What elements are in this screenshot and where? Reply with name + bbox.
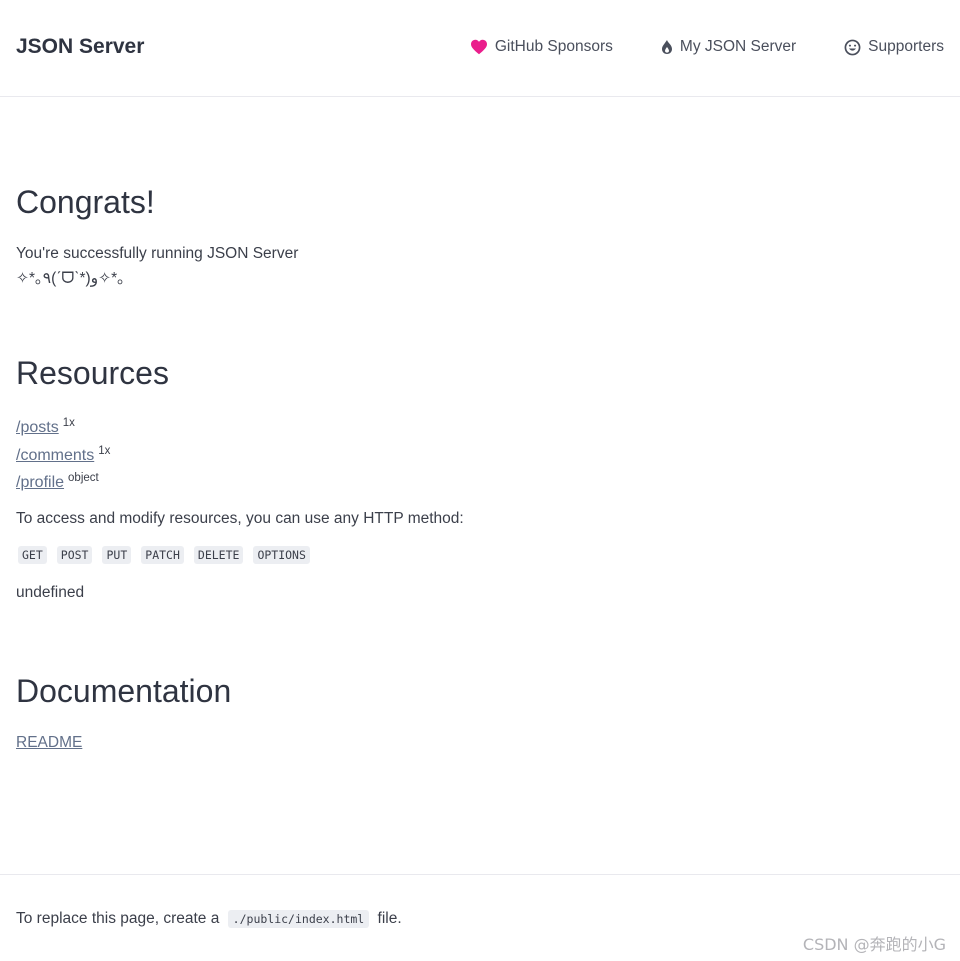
resource-badge: 1x — [62, 417, 75, 429]
congrats-heading: Congrats! — [16, 184, 155, 220]
top-nav: GitHub Sponsors My JSON Server Supporter… — [422, 38, 944, 56]
method-delete: DELETE — [193, 546, 244, 564]
nav-label: Supporters — [868, 38, 944, 55]
fire-icon — [661, 40, 672, 54]
undefined-text: undefined — [16, 584, 85, 601]
watermark: CSDN @奔跑的小G — [802, 935, 946, 954]
readme-item: README — [16, 734, 82, 752]
method-patch: PATCH — [141, 546, 184, 564]
readme-link[interactable]: README — [16, 734, 82, 751]
documentation-heading: Documentation — [16, 673, 232, 709]
congrats-text: You're successfully running JSON Server — [16, 245, 299, 262]
access-text: To access and modify resources, you can … — [16, 510, 464, 527]
method-get: GET — [18, 546, 47, 564]
resources-heading: Resources — [16, 355, 169, 391]
smile-icon — [844, 39, 861, 55]
nav-supporters[interactable]: Supporters — [844, 38, 944, 56]
heart-icon — [470, 39, 487, 55]
method-post: POST — [56, 546, 93, 564]
resource-link-posts[interactable]: /posts — [16, 419, 59, 436]
footer-code: ./public/index.html — [227, 910, 370, 928]
nav-my-json-server[interactable]: My JSON Server — [661, 38, 796, 56]
footer-prefix: To replace this page, create a — [16, 910, 220, 927]
header: JSON Server GitHub Sponsors My JSON Serv… — [0, 0, 960, 97]
resource-link-comments[interactable]: /comments — [16, 447, 94, 464]
nav-label: My JSON Server — [679, 38, 797, 55]
method-options: OPTIONS — [253, 546, 310, 564]
resource-item: /comments 1x — [16, 445, 110, 465]
resource-link-profile[interactable]: /profile — [16, 474, 64, 491]
footer-suffix: file. — [377, 910, 402, 927]
resource-item: /posts 1x — [16, 417, 75, 437]
http-methods: GET POST PUT PATCH DELETE OPTIONS — [18, 546, 320, 564]
resource-item: /profile object — [16, 472, 99, 492]
nav-github-sponsors[interactable]: GitHub Sponsors — [470, 38, 613, 56]
brand-title[interactable]: JSON Server — [16, 35, 144, 59]
footer-text: To replace this page, create a ./public/… — [16, 910, 402, 928]
resource-badge: 1x — [98, 445, 111, 457]
nav-label: GitHub Sponsors — [494, 38, 613, 55]
resource-badge: object — [68, 472, 99, 484]
kaomoji-text: ✧*｡٩(ˊᗜˋ*)و✧*｡ — [16, 270, 125, 287]
method-put: PUT — [102, 546, 132, 564]
